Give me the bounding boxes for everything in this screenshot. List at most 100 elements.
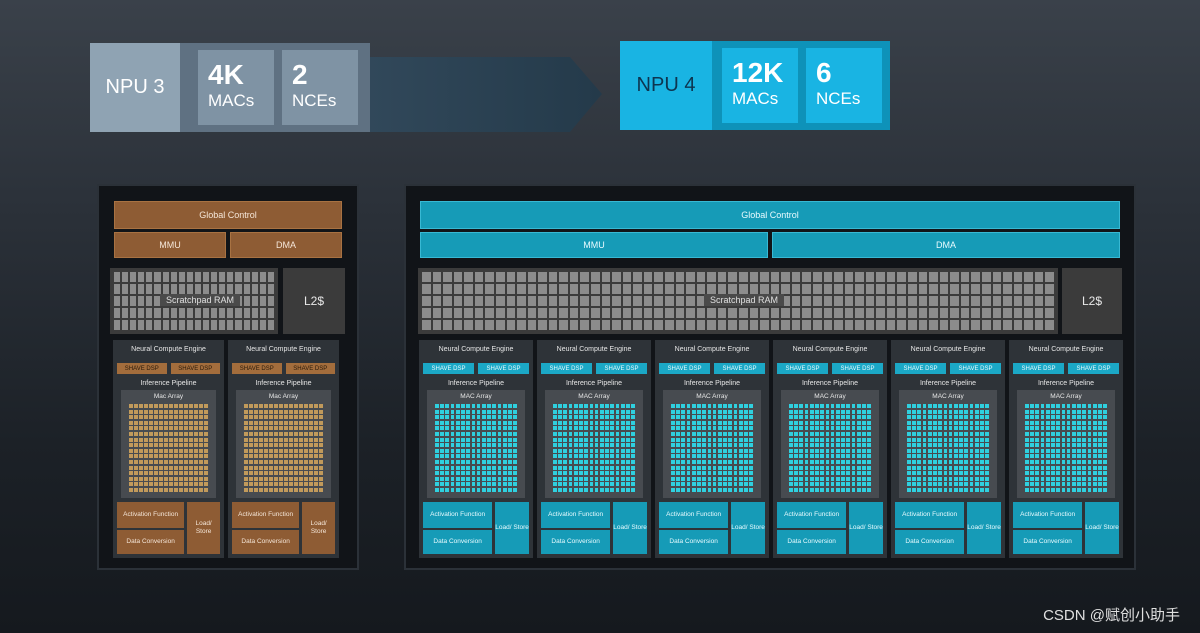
mac-cell [912,448,916,453]
mac-cell [820,437,825,442]
mac-cell [862,476,866,481]
mac-cell [594,482,599,487]
mac-cell [856,471,861,476]
mac-cell [299,426,303,431]
mac-cell [1082,431,1087,437]
npu4-nces-value: 6 [816,57,832,88]
mac-cell [314,437,318,442]
ram-cell [675,308,685,318]
ram-cell [580,296,590,306]
mac-cell [513,471,517,476]
mac-cell [867,404,871,409]
mac-cell [481,437,486,442]
ram-cell [971,272,981,282]
mac-cell [615,431,620,437]
mac-cell [594,437,599,442]
mac-cell [974,409,979,414]
mac-cell [825,426,830,431]
npu4-global-control-label: Global Control [741,210,799,220]
mac-cell [254,443,258,448]
mac-cell [841,454,845,459]
ram-cell [929,284,938,294]
mac-cell [445,404,450,409]
ram-cell [654,284,664,294]
mac-cell [269,404,273,409]
mac-cell [199,482,203,487]
mac-cell [733,465,738,470]
mac-cell [927,487,932,492]
mac-cell [1035,476,1040,481]
ram-cell [1003,308,1012,318]
mac-cell [825,409,830,414]
mac-cell [631,404,635,409]
shave-dsp: SHAVE DSP [423,363,474,374]
mac-cell [1098,465,1102,470]
mac-cell [299,409,303,414]
mac-cell [471,404,476,409]
mac-cell [314,459,318,465]
mac-cell [289,459,293,465]
mac-cell [1066,471,1071,476]
ram-cell [443,272,452,282]
mac-cell [299,459,303,465]
mac-cell [513,459,517,465]
mac-cell [851,454,856,459]
mac-cell [435,415,439,420]
mac-cell [1040,459,1045,465]
mac-cell [851,426,856,431]
mac-cell [867,471,871,476]
ram-cell [834,284,843,294]
mac-cell [1087,431,1092,437]
mac-cell [815,471,819,476]
mac-cell [164,448,168,453]
mac-cell [1035,443,1040,448]
mac-cell [907,487,911,492]
ram-cell [527,284,537,294]
mac-cell [1040,415,1045,420]
mac-cell [461,482,465,487]
mac-cell [589,476,594,481]
mac-cell [269,431,273,437]
mac-cell [589,471,594,476]
mac-cell [789,415,793,420]
mac-cell [907,409,911,414]
mac-cell [846,476,851,481]
ram-cell [601,296,611,306]
mac-cell [139,443,143,448]
mac-cell [948,482,953,487]
mac-cell [820,471,825,476]
mac-cell [1025,448,1029,453]
mac-cell [969,476,974,481]
mac-cell [804,437,809,442]
ram-cell [897,320,907,330]
mac-cell [274,454,278,459]
ram-cell [1003,296,1012,306]
ram-cell [154,308,161,318]
ram-cell [227,308,234,318]
mac-cell [717,420,722,425]
mac-cell [1098,459,1102,465]
ram-cell [422,308,431,318]
mac-cell [964,443,969,448]
mac-cell [749,443,753,448]
ram-cell [929,308,938,318]
mac-cell [314,465,318,470]
mac-cell [461,465,465,470]
shave-dsp: SHAVE DSP [714,363,765,374]
mac-cell [450,404,455,409]
mac-cell [314,482,318,487]
mac-cell [269,454,273,459]
mac-cell [471,431,476,437]
mac-cell [835,426,840,431]
mac-cell [907,482,911,487]
mac-cell [917,454,922,459]
mac-cell [1030,404,1034,409]
mac-cell [867,459,871,465]
mac-cell [707,443,712,448]
mac-cell [804,415,809,420]
mac-cell [789,426,793,431]
mac-cell [964,420,969,425]
mac-cell [184,431,188,437]
mac-cell [553,454,557,459]
mac-cell [1098,476,1102,481]
